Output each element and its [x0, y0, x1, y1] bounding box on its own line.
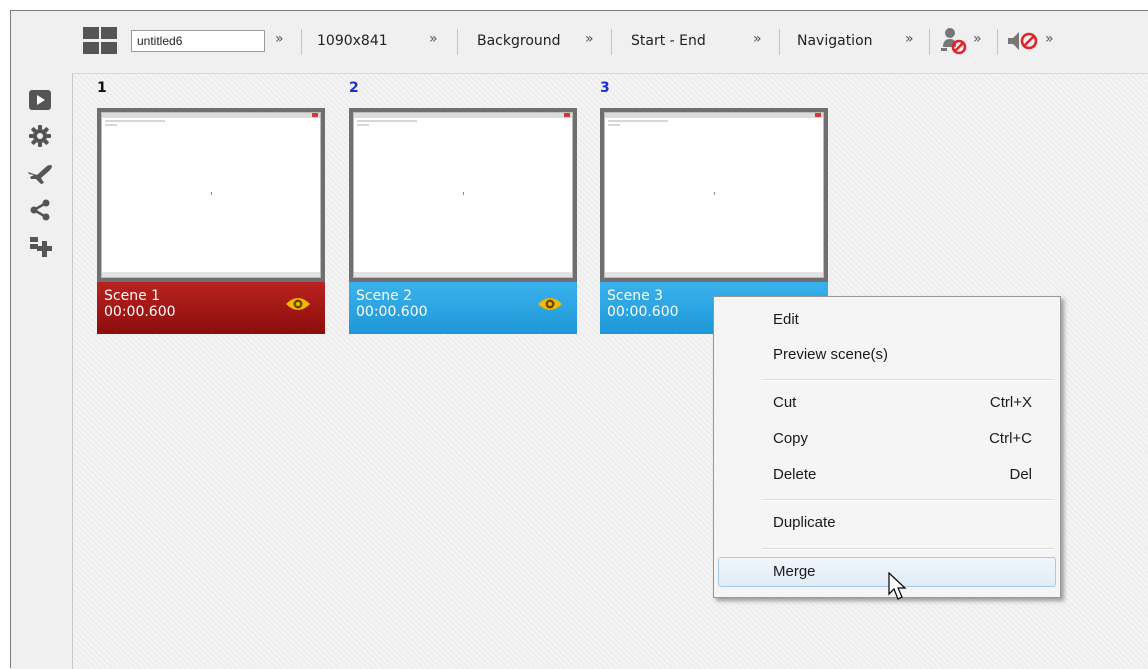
chevron-down-icon[interactable]: » — [1045, 31, 1054, 47]
eye-icon[interactable] — [537, 295, 563, 313]
scene-caption[interactable]: Scene 2 00:00.600 — [349, 282, 577, 334]
transitions-button[interactable] — [27, 161, 53, 187]
scene-thumbnail[interactable] — [600, 108, 828, 282]
left-sidebar — [11, 73, 73, 669]
no-presenter-icon[interactable] — [937, 25, 969, 57]
menu-item-copy[interactable]: Copy Ctrl+C — [718, 424, 1056, 454]
menu-item-duplicate[interactable]: Duplicate — [718, 508, 1056, 538]
separator — [779, 29, 780, 55]
menu-separator — [762, 499, 1054, 501]
separator — [997, 29, 998, 55]
toolbar: » 1090x841 » Background » Start - End » … — [11, 11, 1148, 73]
separator — [457, 29, 458, 55]
mute-audio-icon[interactable] — [1005, 27, 1039, 55]
share-icon — [30, 199, 50, 221]
shortcut-label: Ctrl+X — [989, 394, 1032, 411]
play-button[interactable] — [27, 87, 53, 113]
scene-number: 2 — [349, 80, 359, 96]
shortcut-label: Del — [1009, 466, 1032, 483]
plane-icon — [28, 165, 52, 184]
menu-item-merge[interactable]: Merge — [718, 557, 1056, 587]
add-scene-icon — [30, 237, 52, 257]
scene-context-menu: Edit Preview scene(s) Cut Ctrl+X Copy Ct… — [713, 296, 1061, 598]
resolution-label[interactable]: 1090x841 — [317, 33, 388, 49]
menu-item-edit[interactable]: Edit — [718, 305, 1056, 335]
separator — [301, 29, 302, 55]
add-scene-button[interactable] — [27, 233, 53, 259]
menu-item-cut[interactable]: Cut Ctrl+X — [718, 388, 1056, 418]
project-name-input[interactable] — [131, 30, 265, 52]
gear-icon — [29, 125, 51, 147]
share-button[interactable] — [27, 197, 53, 223]
grid-view-icon[interactable] — [83, 27, 117, 55]
scene-thumbnail[interactable] — [349, 108, 577, 282]
chevron-down-icon[interactable]: » — [973, 31, 982, 47]
chevron-down-icon[interactable]: » — [585, 31, 594, 47]
chevron-down-icon[interactable]: » — [905, 31, 914, 47]
menu-item-preview[interactable]: Preview scene(s) — [718, 340, 1056, 370]
separator — [929, 29, 930, 55]
play-icon — [29, 90, 51, 110]
menu-separator — [762, 379, 1054, 381]
chevron-down-icon[interactable]: » — [275, 31, 284, 47]
scene-caption[interactable]: Scene 1 00:00.600 — [97, 282, 325, 334]
scene-number: 1 — [97, 80, 107, 96]
scene-thumbnail[interactable] — [97, 108, 325, 282]
background-button[interactable]: Background — [477, 33, 561, 49]
settings-button[interactable] — [27, 123, 53, 149]
shortcut-label: Ctrl+C — [989, 430, 1032, 447]
chevron-down-icon[interactable]: » — [429, 31, 438, 47]
menu-separator — [762, 548, 1054, 550]
scene-number: 3 — [600, 80, 610, 96]
menu-item-delete[interactable]: Delete Del — [718, 460, 1056, 490]
navigation-button[interactable]: Navigation — [797, 33, 873, 49]
mouse-cursor-icon — [888, 572, 907, 600]
start-end-button[interactable]: Start - End — [631, 33, 706, 49]
chevron-down-icon[interactable]: » — [753, 31, 762, 47]
separator — [611, 29, 612, 55]
eye-icon[interactable] — [285, 295, 311, 313]
